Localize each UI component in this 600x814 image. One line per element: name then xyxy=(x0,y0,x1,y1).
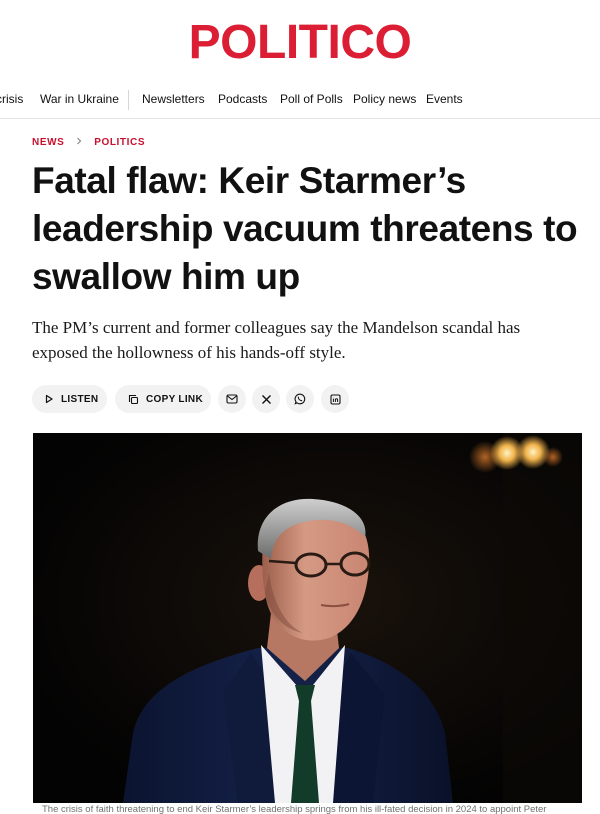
copy-link-label: COPY LINK xyxy=(146,393,203,405)
nav-item-crisis[interactable]: crisis xyxy=(0,92,23,106)
politico-logo[interactable]: POLITICO xyxy=(189,19,412,67)
copy-link-button[interactable]: COPY LINK xyxy=(115,385,211,413)
article-hero-image xyxy=(33,433,582,803)
play-icon xyxy=(44,394,54,404)
linkedin-icon xyxy=(329,393,341,405)
nav-divider-line xyxy=(0,118,600,119)
share-email-button[interactable] xyxy=(218,385,246,413)
image-caption: The crisis of faith threatening to end K… xyxy=(42,804,547,814)
article-page: POLITICO crisis War in Ukraine Newslette… xyxy=(0,0,600,814)
nav-item-poll-of-polls[interactable]: Poll of Polls xyxy=(280,92,343,106)
copy-icon xyxy=(128,394,139,405)
share-whatsapp-button[interactable] xyxy=(286,385,314,413)
masthead: POLITICO xyxy=(0,19,600,67)
whatsapp-icon xyxy=(294,393,306,405)
share-linkedin-button[interactable] xyxy=(321,385,349,413)
breadcrumb-politics[interactable]: POLITICS xyxy=(94,137,145,148)
breadcrumb-news[interactable]: NEWS xyxy=(32,137,64,148)
section-nav: crisis War in Ukraine Newsletters Podcas… xyxy=(0,86,600,114)
nav-item-events[interactable]: Events xyxy=(426,92,463,106)
mail-icon xyxy=(226,394,238,404)
listen-label: LISTEN xyxy=(61,393,99,405)
article-dek: The PM’s current and former colleagues s… xyxy=(32,318,521,362)
nav-divider xyxy=(128,90,129,110)
share-x-button[interactable] xyxy=(252,385,280,413)
nav-item-podcasts[interactable]: Podcasts xyxy=(218,92,267,106)
starmer-portrait-illustration xyxy=(33,433,582,803)
nav-item-newsletters[interactable]: Newsletters xyxy=(142,92,205,106)
article-headline: Fatal flaw: Keir Starmer’s leadership va… xyxy=(32,160,578,297)
listen-button[interactable]: LISTEN xyxy=(32,385,107,413)
chevron-right-icon xyxy=(76,137,82,148)
breadcrumb: NEWS POLITICS xyxy=(32,137,145,148)
x-icon xyxy=(261,394,272,405)
nav-item-policy-news[interactable]: Policy news xyxy=(353,92,416,106)
nav-item-war-in-ukraine[interactable]: War in Ukraine xyxy=(40,92,119,106)
